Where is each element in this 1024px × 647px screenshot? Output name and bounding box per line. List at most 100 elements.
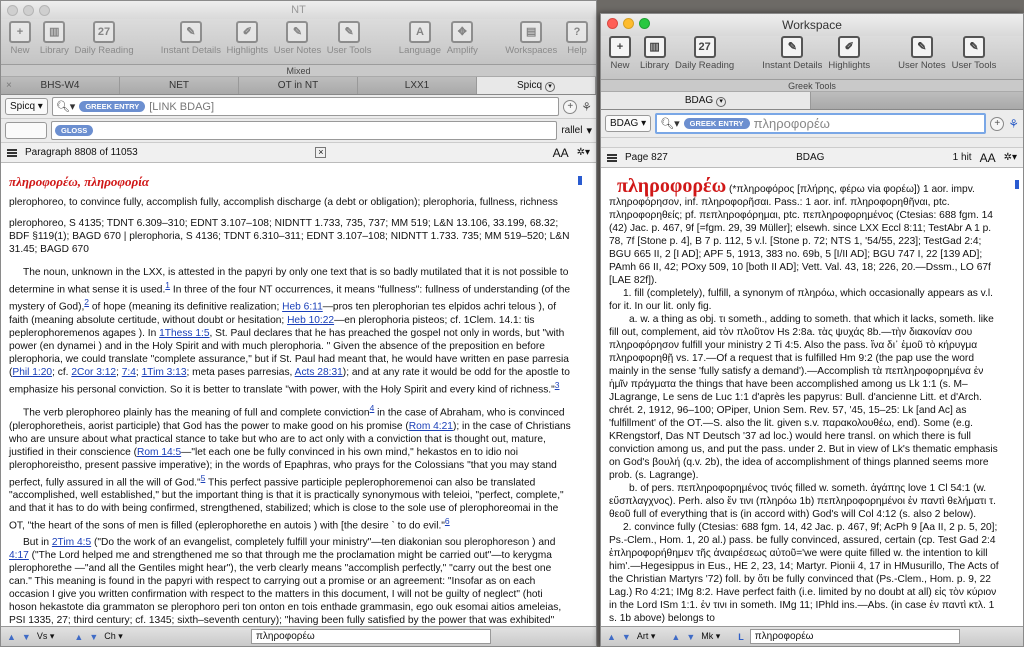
highlights-button[interactable]: ✐ Highlights xyxy=(224,21,271,56)
scripture-link[interactable]: Rom 14:5 xyxy=(137,447,181,458)
scripture-link[interactable]: Acts 28:31 xyxy=(295,367,343,378)
amplify-icon: ✥ xyxy=(451,21,474,43)
entry-intro: (*πληροφόρος [πλήρης, φέρω via φορέω]) 1… xyxy=(609,184,993,286)
menu-icon[interactable] xyxy=(607,153,617,162)
greek-entry-pill[interactable]: GREEK ENTRY xyxy=(683,118,750,129)
down-arrow-icon[interactable]: ▼ xyxy=(686,632,695,642)
greek-entry-pill[interactable]: GREEK ENTRY xyxy=(79,101,146,112)
left-window: NT + New ▥ Library 27 Daily Reading ✎ Instant D… xyxy=(0,0,597,647)
dropdown-icon[interactable]: ▾ xyxy=(586,124,592,137)
font-size-control[interactable]: AA xyxy=(553,146,569,160)
daily-reading-button[interactable]: 27 Daily Reading xyxy=(72,21,137,56)
search-field[interactable]: 🔍︎▾ GREEK ENTRY [LINK BDAG] xyxy=(51,97,560,116)
scripture-link[interactable]: 2Tim 4:5 xyxy=(52,537,91,548)
sense-1: 1. fill (completely), fulfill, a synonym… xyxy=(609,288,993,312)
search-field[interactable]: 🔍︎▾ GREEK ENTRY πληροφορέω xyxy=(655,113,987,134)
tab-lxx1[interactable]: LXX1 xyxy=(358,77,477,94)
scripture-link[interactable]: Heb 10:22 xyxy=(287,315,334,326)
verse-selector[interactable]: Vs ▾ xyxy=(37,631,55,642)
window-controls[interactable] xyxy=(7,5,50,16)
scripture-link[interactable]: 1Tim 3:13 xyxy=(142,367,187,378)
zoom-button[interactable] xyxy=(639,18,650,29)
footnote-link[interactable]: 6 xyxy=(445,516,450,526)
article-selector[interactable]: Art ▾ xyxy=(637,631,656,642)
scripture-link[interactable]: 1Thess 1:5 xyxy=(159,328,209,339)
up-arrow-icon[interactable]: ▲ xyxy=(7,632,16,642)
highlights-button[interactable]: ✐ Highlights xyxy=(825,36,873,71)
footnote-link[interactable]: 3 xyxy=(555,380,560,390)
close-panel-icon[interactable]: × xyxy=(315,147,327,158)
chapter-selector[interactable]: Ch ▾ xyxy=(104,631,123,642)
gloss-field[interactable]: GLOSS xyxy=(51,121,558,140)
instant-details-button[interactable]: ✎ Instant Details xyxy=(158,21,224,56)
gear-icon[interactable]: ✲▾ xyxy=(577,147,590,158)
new-button[interactable]: + New xyxy=(3,21,37,56)
window-title: Workspace xyxy=(782,18,842,32)
toolbar-label: Highlights xyxy=(226,45,269,56)
left-bottom-bar: ▲ ▼ Vs ▾ ▲ ▼ Ch ▾ πληροφορέω xyxy=(1,626,596,646)
tab-menu-icon[interactable]: ▾ xyxy=(545,82,555,92)
font-size-control[interactable]: AA xyxy=(980,151,996,165)
scripture-link[interactable]: Phil 1:20 xyxy=(12,367,52,378)
mark-selector[interactable]: Mk ▾ xyxy=(701,631,720,642)
up-arrow-icon[interactable]: ▲ xyxy=(74,632,83,642)
lookup-field[interactable]: πληροφορέω xyxy=(749,629,960,644)
user-notes-button[interactable]: ✎ User Notes xyxy=(895,36,949,71)
daily-reading-button[interactable]: 27 Daily Reading xyxy=(672,36,737,71)
add-icon[interactable]: + xyxy=(990,116,1005,131)
up-arrow-icon[interactable]: ▲ xyxy=(607,632,616,642)
tab-ot-in-nt[interactable]: OT in NT xyxy=(239,77,358,94)
toolbar-label: Amplify xyxy=(446,45,478,56)
close-button[interactable] xyxy=(7,5,18,16)
down-arrow-icon[interactable]: ▼ xyxy=(89,632,98,642)
search-text: πληροφορέω xyxy=(753,116,830,131)
scripture-link[interactable]: Rom 4:21 xyxy=(409,421,453,432)
gear-icon[interactable]: ✲▾ xyxy=(1004,152,1017,163)
library-button[interactable]: ▥ Library xyxy=(37,21,72,56)
tab-bdag[interactable]: BDAG ▾ xyxy=(601,92,811,109)
amplify-button[interactable]: ✥ Amplify xyxy=(444,21,481,56)
tab-spicq[interactable]: Spicq ▾ xyxy=(477,77,596,94)
help-button[interactable]: ? Help xyxy=(560,21,594,56)
lookup-field[interactable]: πληροφορέω xyxy=(251,629,492,644)
instant-details-button[interactable]: ✎ Instant Details xyxy=(759,36,825,71)
library-button[interactable]: ▥ Library xyxy=(637,36,672,71)
scripture-link[interactable]: Heb 6:11 xyxy=(282,302,323,313)
toolbar-label: New xyxy=(10,45,30,56)
gloss-text: plerophoreo, to convince fully, accompli… xyxy=(9,197,558,208)
tab-bhs-w4[interactable]: × BHS-W4 xyxy=(1,77,120,94)
scripture-link[interactable]: 7:4 xyxy=(122,367,136,378)
close-button[interactable] xyxy=(607,18,618,29)
workspaces-button[interactable]: ▤ Workspaces xyxy=(502,21,560,56)
toolbar-label: Help xyxy=(567,45,587,56)
tab-net[interactable]: NET xyxy=(120,77,239,94)
calendar-icon: 27 xyxy=(93,21,116,43)
scripture-link[interactable]: 4:17 xyxy=(9,550,29,561)
scripture-link[interactable]: 2Cor 3:12 xyxy=(71,367,116,378)
tab-menu-icon[interactable]: ▾ xyxy=(716,97,727,107)
row-selector[interactable] xyxy=(5,122,47,139)
down-arrow-icon[interactable]: ▼ xyxy=(22,632,31,642)
user-notes-icon: ✎ xyxy=(910,36,933,58)
down-arrow-icon[interactable]: ▼ xyxy=(622,632,631,642)
link-icon[interactable]: ⚘ xyxy=(1008,117,1019,131)
user-tools-button[interactable]: ✎ User Tools xyxy=(324,21,374,56)
gloss-pill[interactable]: GLOSS xyxy=(55,125,94,136)
add-icon[interactable]: + xyxy=(563,99,578,114)
user-notes-button[interactable]: ✎ User Notes xyxy=(271,21,324,56)
close-tab-icon[interactable]: × xyxy=(6,77,12,94)
language-button[interactable]: A Language xyxy=(396,21,444,56)
minimize-button[interactable] xyxy=(623,18,634,29)
resource-selector[interactable]: BDAG ▾ xyxy=(605,115,652,132)
zoom-button[interactable] xyxy=(39,5,50,16)
new-button[interactable]: + New xyxy=(603,36,637,71)
minimize-button[interactable] xyxy=(23,5,34,16)
window-controls[interactable] xyxy=(607,18,650,29)
user-tools-button[interactable]: ✎ User Tools xyxy=(949,36,1000,71)
up-arrow-icon[interactable]: ▲ xyxy=(671,632,680,642)
parallel-selector[interactable]: rallel xyxy=(561,125,582,136)
resource-selector[interactable]: Spicq ▾ xyxy=(5,98,48,115)
search-icon: 🔍︎▾ xyxy=(55,101,76,113)
link-icon[interactable]: ⚘ xyxy=(581,100,592,114)
menu-icon[interactable] xyxy=(7,148,17,157)
